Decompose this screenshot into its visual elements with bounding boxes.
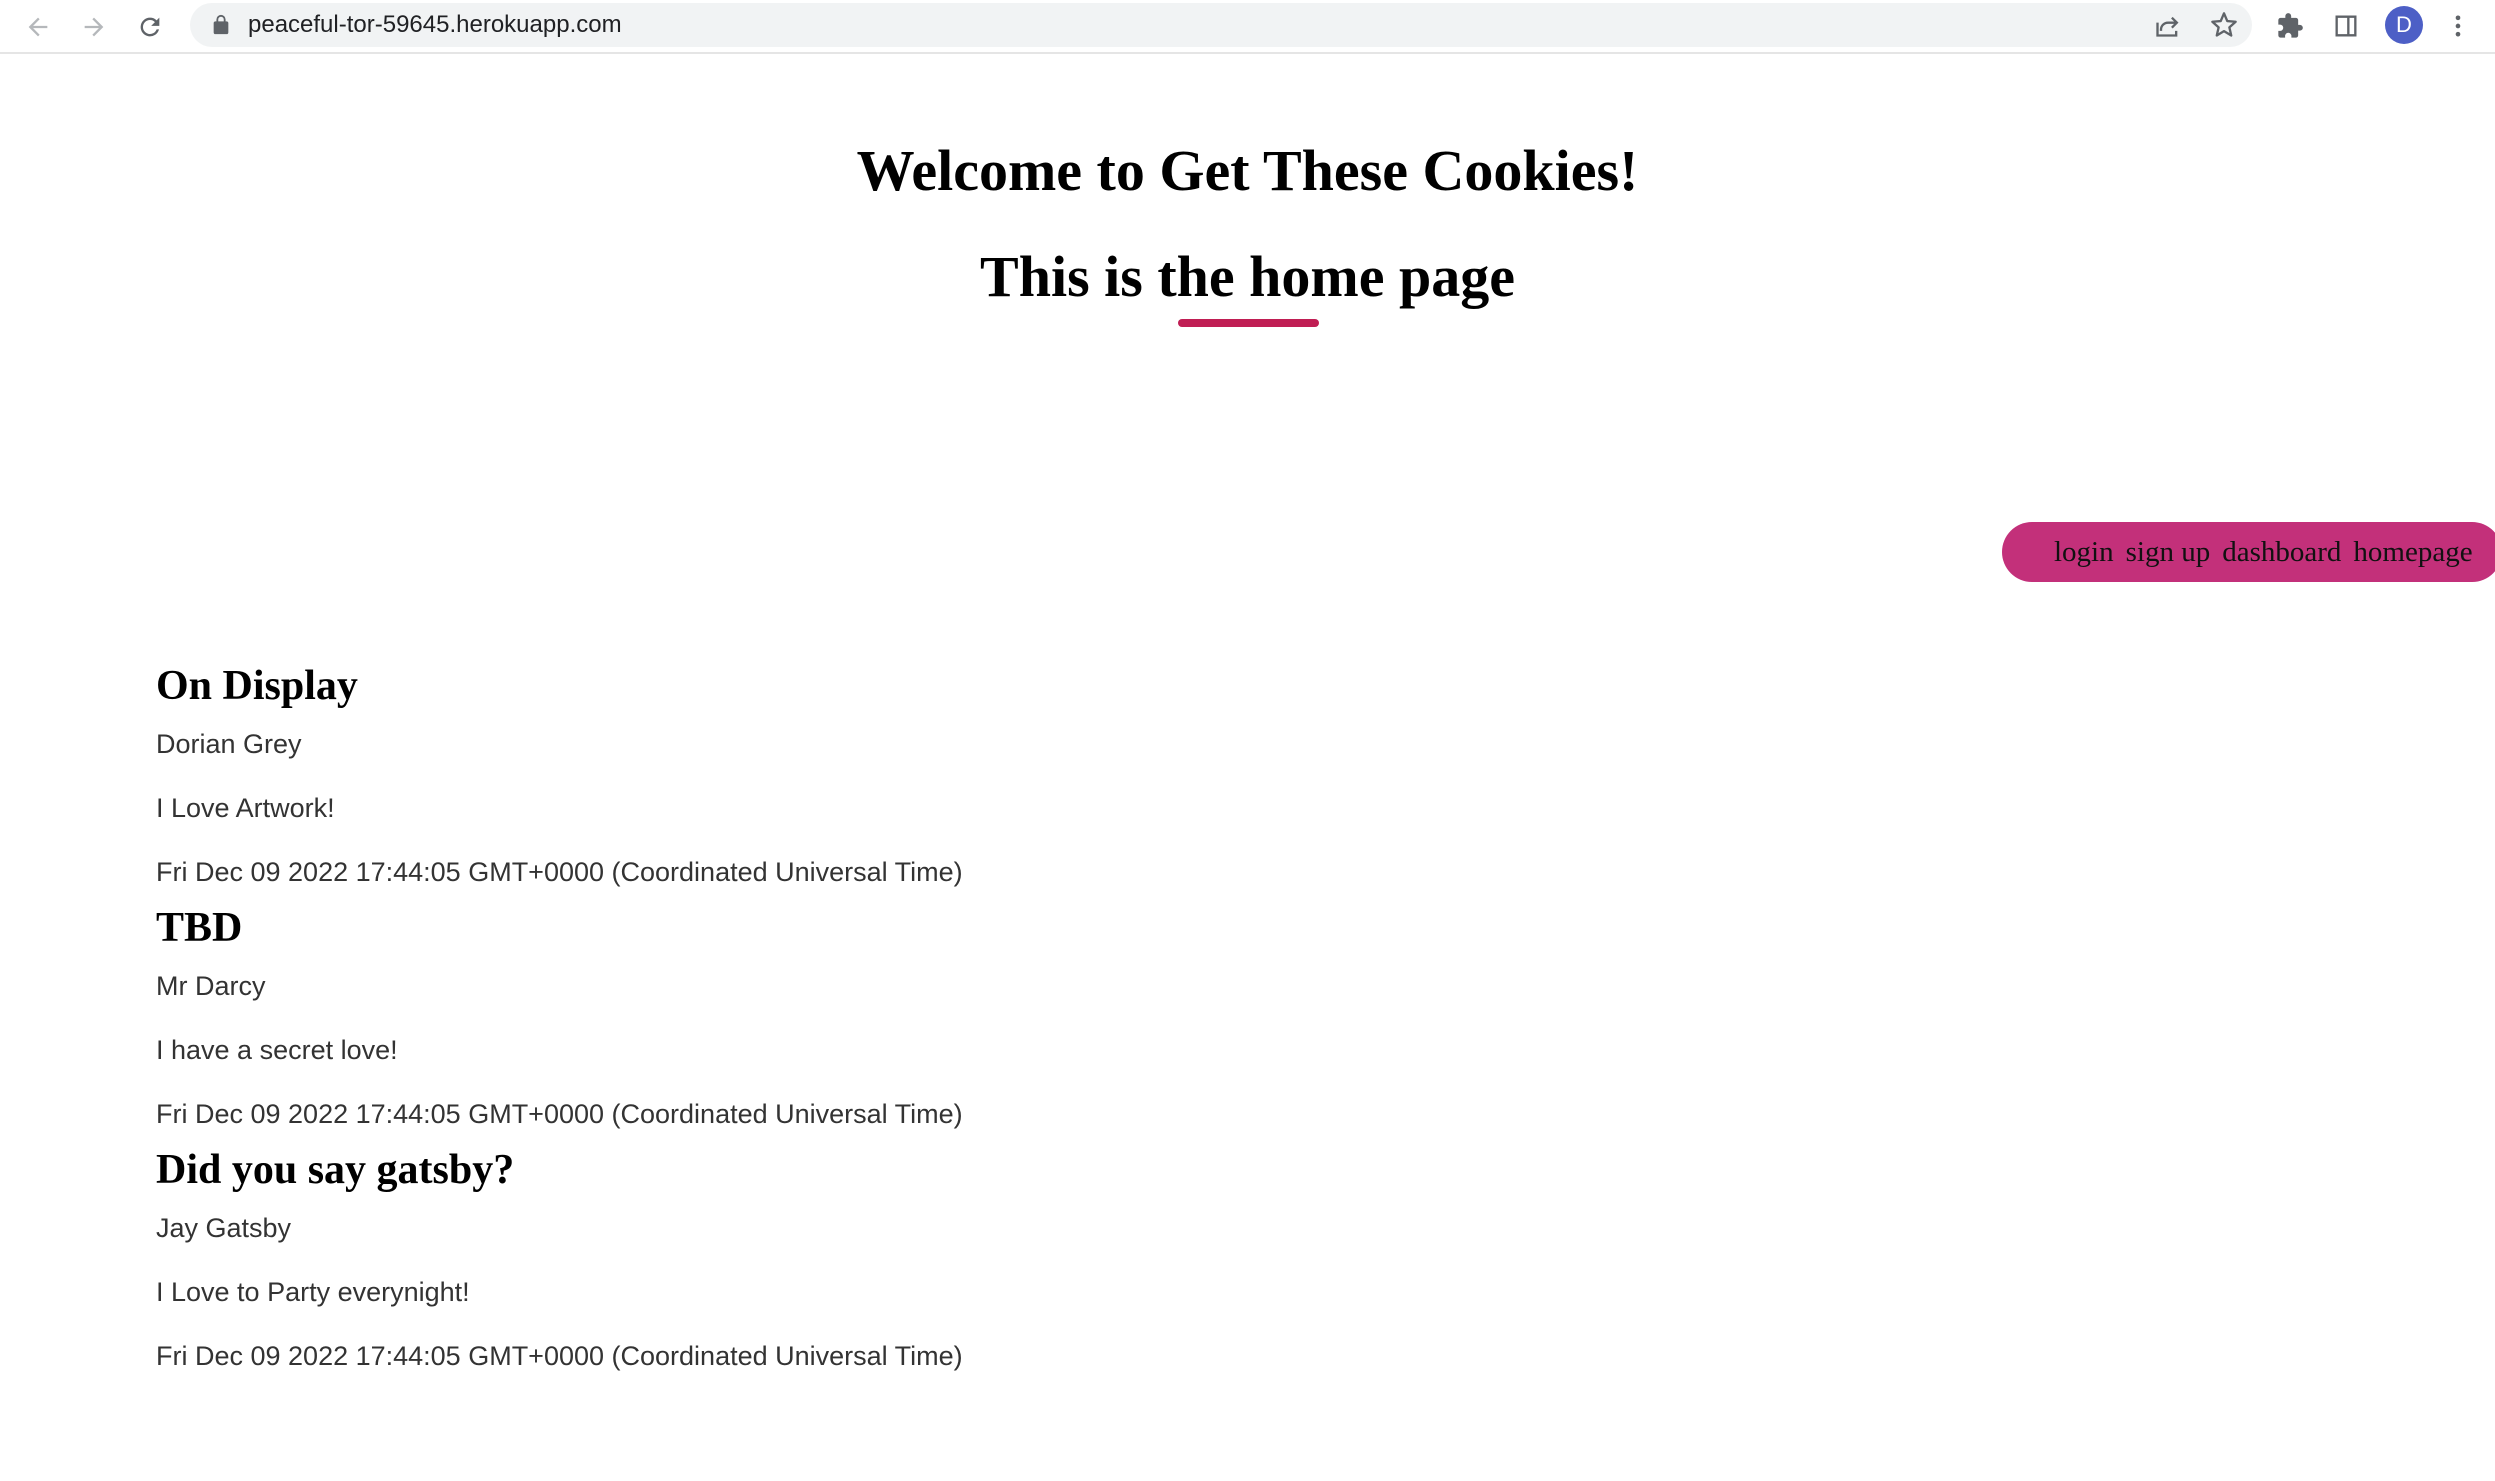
post-author: Dorian Grey <box>156 729 302 759</box>
nav-link-dashboard[interactable]: dashboard <box>2222 536 2341 569</box>
post-date: Fri Dec 09 2022 17:44:05 GMT+0000 (Coord… <box>156 857 963 887</box>
share-icon[interactable] <box>2154 11 2182 39</box>
browser-toolbar: peaceful-tor-59645.herokuapp.com D <box>0 0 2495 54</box>
post-date: Fri Dec 09 2022 17:44:05 GMT+0000 (Coord… <box>156 1099 963 1129</box>
forward-button[interactable] <box>72 5 116 49</box>
post-author: Mr Darcy <box>156 971 266 1001</box>
title-underline <box>1178 319 1319 327</box>
page-subtitle: This is the home page <box>980 244 1515 309</box>
post-item: TBD Mr Darcy I have a secret love! Fri D… <box>156 902 1556 1131</box>
lock-icon <box>213 14 229 35</box>
profile-avatar[interactable]: D <box>2385 6 2423 44</box>
side-panel-button[interactable] <box>2328 8 2364 44</box>
address-bar[interactable]: peaceful-tor-59645.herokuapp.com <box>190 3 2252 47</box>
extensions-button[interactable] <box>2272 8 2308 44</box>
post-body: I Love Artwork! <box>156 793 335 823</box>
page-title: Welcome to Get These Cookies! <box>856 138 1639 203</box>
back-button[interactable] <box>16 5 60 49</box>
side-panel-icon <box>2335 15 2357 37</box>
post-title: On Display <box>156 663 358 709</box>
post-body: I have a secret love! <box>156 1035 398 1065</box>
reload-button[interactable] <box>128 5 172 49</box>
post-body: I Love to Party everynight! <box>156 1277 470 1307</box>
star-icon[interactable] <box>2210 11 2238 39</box>
post-title: Did you say gatsby? <box>156 1147 515 1193</box>
page-content: Welcome to Get These Cookies! This is th… <box>0 56 2495 1481</box>
nav-menu: login sign up dashboard homepage <box>2002 522 2495 582</box>
post-title: TBD <box>156 905 243 951</box>
reload-icon <box>140 17 160 37</box>
url-text: peaceful-tor-59645.herokuapp.com <box>248 11 622 38</box>
menu-button[interactable] <box>2440 8 2476 44</box>
extensions-icon <box>2278 13 2303 38</box>
nav-link-login[interactable]: login <box>2054 536 2114 569</box>
forward-arrow-icon <box>84 17 104 37</box>
back-arrow-icon <box>28 17 48 37</box>
more-vert-icon <box>2455 15 2461 37</box>
nav-link-homepage[interactable]: homepage <box>2353 536 2472 569</box>
post-date: Fri Dec 09 2022 17:44:05 GMT+0000 (Coord… <box>156 1341 963 1371</box>
nav-link-signup[interactable]: sign up <box>2126 536 2211 569</box>
post-item: On Display Dorian Grey I Love Artwork! F… <box>156 660 1556 889</box>
post-item: Did you say gatsby? Jay Gatsby I Love to… <box>156 1144 1556 1373</box>
post-list: On Display Dorian Grey I Love Artwork! F… <box>156 660 1556 1386</box>
post-author: Jay Gatsby <box>156 1213 292 1243</box>
